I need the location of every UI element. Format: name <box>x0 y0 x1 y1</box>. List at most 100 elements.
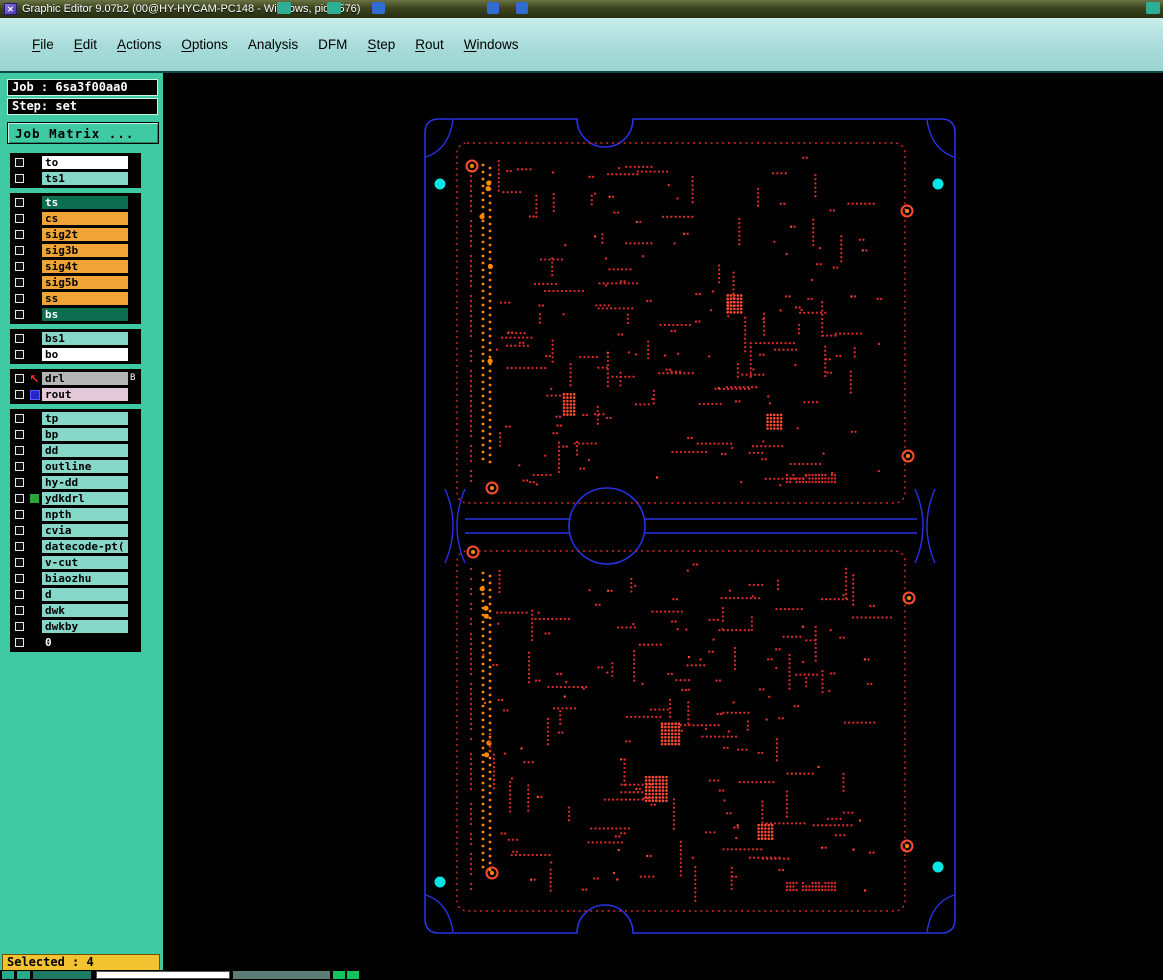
layer-row-datecode-pt([interactable]: datecode-pt( <box>10 539 141 554</box>
layer-row-outline[interactable]: outline <box>10 459 141 474</box>
layer-row-ydkdrl[interactable]: ydkdrl <box>10 491 141 506</box>
layer-visibility-checkbox[interactable] <box>12 292 27 305</box>
layer-row-ss[interactable]: ss <box>10 291 141 306</box>
layer-label[interactable]: tp <box>42 412 128 425</box>
layer-label[interactable]: datecode-pt( <box>42 540 128 553</box>
layer-row-hy-dd[interactable]: hy-dd <box>10 475 141 490</box>
layer-label[interactable]: outline <box>42 460 128 473</box>
layer-row-rout[interactable]: rout <box>10 387 141 402</box>
layer-visibility-checkbox[interactable] <box>12 460 27 473</box>
layer-row-dwk[interactable]: dwk <box>10 603 141 618</box>
layer-row-drl[interactable]: ↖ drl B <box>10 371 141 386</box>
layer-visibility-checkbox[interactable] <box>12 308 27 321</box>
bottom-toolbar-button[interactable] <box>17 971 30 979</box>
layer-visibility-checkbox[interactable] <box>12 588 27 601</box>
menu-actions[interactable]: Actions <box>107 33 171 56</box>
bottom-input-field[interactable] <box>96 971 230 979</box>
layer-visibility-checkbox[interactable] <box>12 572 27 585</box>
layer-visibility-checkbox[interactable] <box>12 620 27 633</box>
pcb-canvas[interactable] <box>165 73 1163 980</box>
layer-visibility-checkbox[interactable] <box>12 212 27 225</box>
layer-row-tp[interactable]: tp <box>10 411 141 426</box>
layer-label[interactable]: rout <box>42 388 128 401</box>
layer-visibility-checkbox[interactable] <box>12 172 27 185</box>
layer-label[interactable]: to <box>42 156 128 169</box>
layer-row-0[interactable]: 0 <box>10 635 141 650</box>
title-bar[interactable]: Graphic Editor 9.07b2 (00@HY-HYCAM-PC148… <box>0 0 1163 18</box>
layer-label[interactable]: npth <box>42 508 128 521</box>
layer-label[interactable]: cs <box>42 212 128 225</box>
layer-row-bo[interactable]: bo <box>10 347 141 362</box>
layer-visibility-checkbox[interactable] <box>12 524 27 537</box>
layer-row-dd[interactable]: dd <box>10 443 141 458</box>
layer-label[interactable]: dd <box>42 444 128 457</box>
layer-label[interactable]: ts <box>42 196 128 209</box>
layer-label[interactable]: ss <box>42 292 128 305</box>
layer-row-npth[interactable]: npth <box>10 507 141 522</box>
layer-visibility-checkbox[interactable] <box>12 372 27 385</box>
layer-row-bp[interactable]: bp <box>10 427 141 442</box>
bottom-toolbar-button[interactable] <box>2 971 14 979</box>
layer-visibility-checkbox[interactable] <box>12 556 27 569</box>
layer-label[interactable]: sig4t <box>42 260 128 273</box>
layer-visibility-checkbox[interactable] <box>12 260 27 273</box>
menu-file[interactable]: File <box>22 33 64 56</box>
layer-label[interactable]: biaozhu <box>42 572 128 585</box>
layer-visibility-checkbox[interactable] <box>12 636 27 649</box>
layer-row-ts1[interactable]: ts1 <box>10 171 141 186</box>
layer-label[interactable]: d <box>42 588 128 601</box>
layer-visibility-checkbox[interactable] <box>12 276 27 289</box>
layer-visibility-checkbox[interactable] <box>12 388 27 401</box>
layer-label[interactable]: bo <box>42 348 128 361</box>
layer-visibility-checkbox[interactable] <box>12 332 27 345</box>
menu-options[interactable]: Options <box>171 33 238 56</box>
layer-visibility-checkbox[interactable] <box>12 196 27 209</box>
layer-row-bs1[interactable]: bs1 <box>10 331 141 346</box>
layer-row-biaozhu[interactable]: biaozhu <box>10 571 141 586</box>
layer-visibility-checkbox[interactable] <box>12 228 27 241</box>
layer-label[interactable]: bs <box>42 308 128 321</box>
layer-label[interactable]: ydkdrl <box>42 492 128 505</box>
menu-analysis[interactable]: Analysis <box>238 33 308 56</box>
layer-label[interactable]: sig5b <box>42 276 128 289</box>
menu-edit[interactable]: Edit <box>64 33 107 56</box>
menu-rout[interactable]: Rout <box>405 33 454 56</box>
layer-row-sig4t[interactable]: sig4t <box>10 259 141 274</box>
layer-row-d[interactable]: d <box>10 587 141 602</box>
layer-label[interactable]: dwkby <box>42 620 128 633</box>
layer-label[interactable]: bs1 <box>42 332 128 345</box>
layer-visibility-checkbox[interactable] <box>12 428 27 441</box>
layer-label[interactable]: sig3b <box>42 244 128 257</box>
layer-visibility-checkbox[interactable] <box>12 444 27 457</box>
layer-row-cs[interactable]: cs <box>10 211 141 226</box>
menu-windows[interactable]: Windows <box>454 33 529 56</box>
layer-visibility-checkbox[interactable] <box>12 604 27 617</box>
layer-label[interactable]: dwk <box>42 604 128 617</box>
menu-step[interactable]: Step <box>357 33 405 56</box>
layer-row-sig5b[interactable]: sig5b <box>10 275 141 290</box>
job-matrix-button[interactable]: Job Matrix ... <box>7 122 159 144</box>
layer-label[interactable]: hy-dd <box>42 476 128 489</box>
layer-label[interactable]: v-cut <box>42 556 128 569</box>
layer-row-sig3b[interactable]: sig3b <box>10 243 141 258</box>
layer-row-cvia[interactable]: cvia <box>10 523 141 538</box>
layer-visibility-checkbox[interactable] <box>12 156 27 169</box>
layer-row-bs[interactable]: bs <box>10 307 141 322</box>
layer-row-to[interactable]: to <box>10 155 141 170</box>
layer-visibility-checkbox[interactable] <box>12 244 27 257</box>
layer-label[interactable]: drl <box>42 372 128 385</box>
menu-dfm[interactable]: DFM <box>308 33 357 56</box>
layer-label[interactable]: bp <box>42 428 128 441</box>
layer-visibility-checkbox[interactable] <box>12 508 27 521</box>
layer-label[interactable]: sig2t <box>42 228 128 241</box>
layer-visibility-checkbox[interactable] <box>12 540 27 553</box>
layer-visibility-checkbox[interactable] <box>12 348 27 361</box>
layer-row-sig2t[interactable]: sig2t <box>10 227 141 242</box>
layer-row-dwkby[interactable]: dwkby <box>10 619 141 634</box>
layer-visibility-checkbox[interactable] <box>12 412 27 425</box>
layer-visibility-checkbox[interactable] <box>12 476 27 489</box>
layer-visibility-checkbox[interactable] <box>12 492 27 505</box>
layer-label[interactable]: ts1 <box>42 172 128 185</box>
layer-row-v-cut[interactable]: v-cut <box>10 555 141 570</box>
layer-label[interactable]: 0 <box>42 636 128 649</box>
